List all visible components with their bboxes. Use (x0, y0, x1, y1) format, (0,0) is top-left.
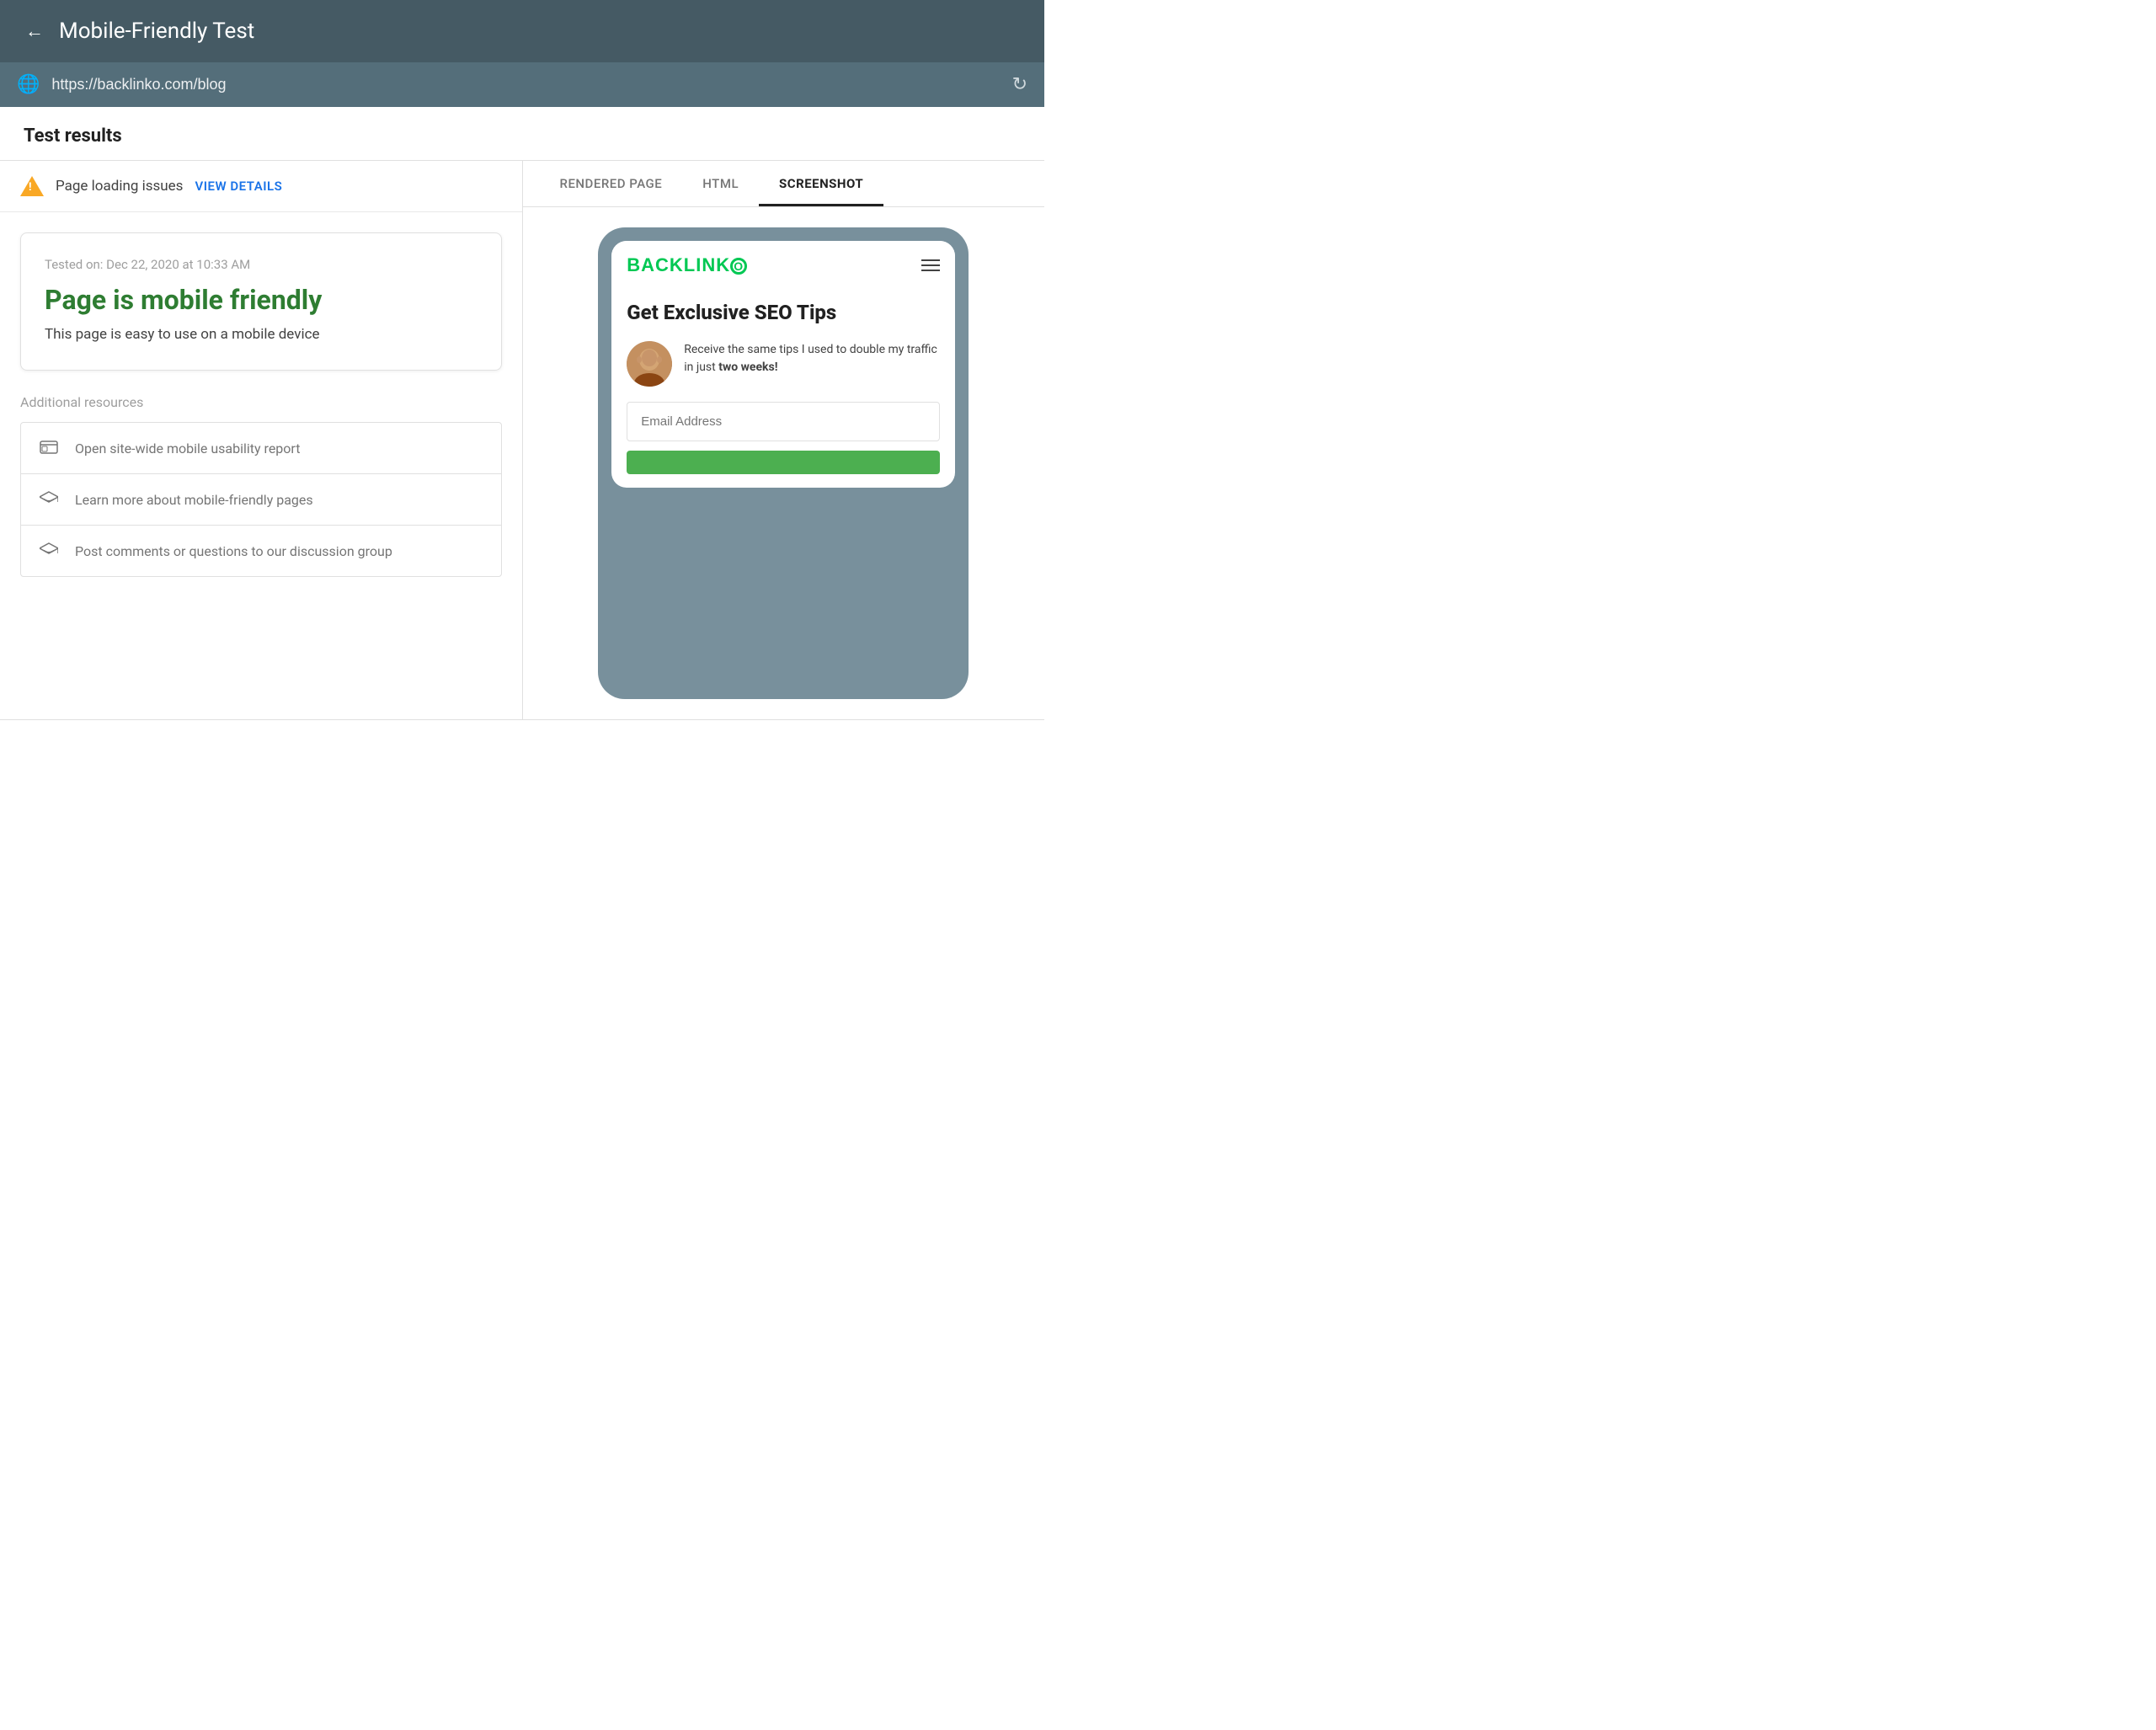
phone-screen: BACKLINKO Get Exclusive SEO Tips (611, 241, 955, 488)
mobile-friendly-title: Page is mobile friendly (45, 284, 478, 316)
tab-rendered-page[interactable]: Rendered page (540, 161, 683, 206)
hamburger-menu[interactable] (921, 259, 940, 271)
phone-mockup: BACKLINKO Get Exclusive SEO Tips (598, 227, 969, 699)
left-content: Tested on: Dec 22, 2020 at 10:33 AM Page… (0, 212, 522, 597)
additional-resources-section: Additional resources Open site-wide mobi… (20, 394, 502, 577)
phone-header: BACKLINKO (611, 241, 955, 286)
resource-item-1[interactable]: Open site-wide mobile usability report (21, 423, 501, 474)
resource-item-3-text: Post comments or questions to our discus… (75, 543, 392, 559)
author-avatar (627, 341, 672, 387)
left-panel: Page loading issues VIEW DETAILS Tested … (0, 161, 523, 719)
author-avatar-inner (627, 341, 672, 387)
result-card: Tested on: Dec 22, 2020 at 10:33 AM Page… (20, 232, 502, 371)
resource-item-3[interactable]: Post comments or questions to our discus… (21, 526, 501, 576)
graduation-icon-2 (38, 541, 60, 561)
backlinko-logo: BACKLINKO (627, 254, 747, 276)
author-description: Receive the same tips I used to double m… (684, 341, 940, 376)
mobile-friendly-description: This page is easy to use on a mobile dev… (45, 326, 478, 343)
tab-bar: Rendered page HTML SCREENSHOT (523, 161, 1045, 207)
issues-text: Page loading issues (56, 178, 183, 195)
cta-button[interactable] (627, 451, 940, 474)
page-title: Mobile-Friendly Test (59, 19, 254, 44)
browser-icon (38, 438, 60, 458)
view-details-link[interactable]: VIEW DETAILS (195, 179, 282, 194)
resource-item-2[interactable]: Learn more about mobile-friendly pages (21, 474, 501, 526)
email-input[interactable] (627, 402, 940, 441)
issues-bar: Page loading issues VIEW DETAILS (0, 161, 522, 212)
author-row: Receive the same tips I used to double m… (627, 341, 940, 387)
additional-resources-title: Additional resources (20, 394, 502, 410)
app-header: ← Mobile-Friendly Test (0, 0, 1044, 62)
resource-item-2-text: Learn more about mobile-friendly pages (75, 492, 313, 508)
right-panel: Rendered page HTML SCREENSHOT BACKLINKO (523, 161, 1045, 719)
phone-content: Get Exclusive SEO Tips (611, 286, 955, 488)
phone-container: BACKLINKO Get Exclusive SEO Tips (523, 207, 1045, 719)
tested-on-text: Tested on: Dec 22, 2020 at 10:33 AM (45, 257, 478, 272)
two-column-layout: Page loading issues VIEW DETAILS Tested … (0, 161, 1044, 720)
url-input[interactable] (51, 76, 1000, 93)
results-heading: Test results (0, 107, 1044, 161)
graduation-icon-1 (38, 489, 60, 510)
refresh-icon[interactable]: ↻ (1012, 74, 1027, 95)
resource-item-1-text: Open site-wide mobile usability report (75, 441, 300, 457)
tab-screenshot[interactable]: SCREENSHOT (759, 161, 883, 206)
back-button[interactable]: ← (25, 20, 44, 42)
globe-icon: 🌐 (17, 74, 40, 95)
warning-icon (20, 176, 44, 196)
url-bar: 🌐 ↻ (0, 62, 1044, 107)
resources-list: Open site-wide mobile usability report L… (20, 422, 502, 577)
tab-html[interactable]: HTML (682, 161, 759, 206)
phone-headline: Get Exclusive SEO Tips (627, 300, 940, 326)
